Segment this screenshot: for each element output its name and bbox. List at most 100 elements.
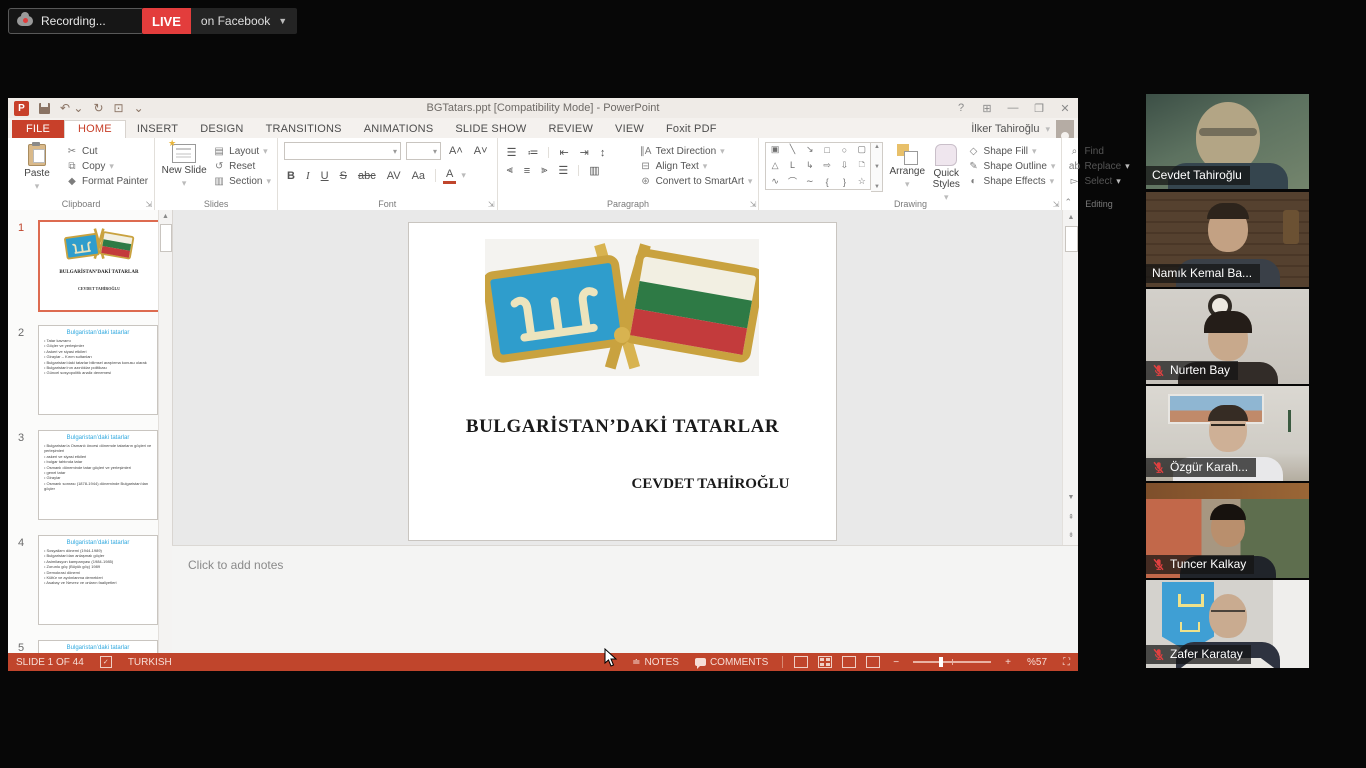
font-dialog-launcher[interactable]: ⇲	[488, 200, 495, 209]
video-tile-tuncer[interactable]: Tuncer Kalkay	[1146, 483, 1309, 578]
tab-insert[interactable]: INSERT	[126, 120, 189, 138]
restore-icon[interactable]: ❐	[1026, 98, 1052, 118]
decrease-font-icon[interactable]: A˅	[471, 144, 491, 158]
drawing-dialog-launcher[interactable]: ⇲	[1053, 200, 1060, 209]
next-slide-icon[interactable]: ⇟	[1063, 528, 1078, 542]
scribble-shape-icon[interactable]: ∿	[771, 176, 779, 187]
scrollbar-thumb[interactable]	[1065, 226, 1078, 252]
slide-sorter-view-icon[interactable]	[818, 656, 832, 668]
undo-icon[interactable]: ↶ ⌄	[60, 102, 83, 114]
account-menu[interactable]: İlker Tahiroğlu ▾	[971, 120, 1078, 138]
find-button[interactable]: ⌕Find	[1068, 145, 1129, 157]
font-name-combo[interactable]: ▾	[284, 142, 401, 160]
columns-icon[interactable]: ▥	[586, 163, 602, 178]
tab-design[interactable]: DESIGN	[189, 120, 254, 138]
star-shape-icon[interactable]: ☆	[858, 176, 866, 187]
triangle-shape-icon[interactable]: △	[772, 160, 779, 171]
change-case-button[interactable]: Aa	[409, 169, 428, 183]
character-spacing-button[interactable]: AV	[384, 169, 404, 183]
font-size-combo[interactable]: ▾	[406, 142, 441, 160]
fit-to-window-icon[interactable]: ⛶	[1055, 657, 1078, 668]
decrease-indent-icon[interactable]: ⇤	[556, 145, 571, 160]
zoom-out-icon[interactable]: −	[885, 657, 907, 668]
clipboard-dialog-launcher[interactable]: ⇲	[145, 200, 152, 209]
arrange-button[interactable]: Arrange▾	[889, 142, 925, 190]
ribbon-display-options-icon[interactable]: ⊞	[974, 98, 1000, 118]
tab-transitions[interactable]: TRANSITIONS	[255, 120, 353, 138]
callout-shape-icon[interactable]: 🗅	[858, 157, 865, 173]
block-arrow-shape-icon[interactable]: ⇨	[823, 160, 831, 171]
tab-view[interactable]: VIEW	[604, 120, 655, 138]
slide-canvas[interactable]: BULGARİSTAN’DAKİ TATARLAR CEVDET TAHİROĞ…	[408, 222, 837, 541]
recording-indicator[interactable]: Recording...	[8, 8, 144, 34]
section-button[interactable]: ▥Section▾	[213, 175, 271, 187]
thumbnail-slide-4[interactable]: Bulgaristan’daki tatarlar Sosyalizm döne…	[38, 535, 158, 625]
font-color-button[interactable]: A	[443, 167, 456, 184]
new-slide-button[interactable]: New Slide▾	[161, 142, 207, 189]
increase-font-icon[interactable]: A˄	[446, 144, 466, 158]
zoom-level[interactable]: %57	[1019, 657, 1055, 668]
tab-foxit-pdf[interactable]: Foxit PDF	[655, 120, 728, 138]
layout-button[interactable]: ▤Layout▾	[213, 145, 271, 157]
thumbnail-slide-1[interactable]: BULGARİSTAN’DAKİ TATARLAR CEVDET TAHİROĞ…	[38, 220, 160, 312]
shape-gallery[interactable]: ▣╲ ↘□ ○▢ △L ↳⇨ ⇩🗅 ∿⌒ ∼{ }☆	[765, 142, 871, 190]
video-tile-cevdet[interactable]: Cevdet Tahiroğlu	[1146, 94, 1309, 189]
bullets-icon[interactable]: ☰	[504, 145, 520, 160]
video-tile-namik[interactable]: Namık Kemal Ba...	[1146, 192, 1309, 287]
arc-shape-icon[interactable]: ⌒	[788, 175, 797, 188]
copy-button[interactable]: ⧉Copy▾	[66, 160, 148, 172]
slide-author[interactable]: CEVDET TAHİROĞLU	[497, 476, 924, 493]
align-left-icon[interactable]: ⫷	[504, 163, 516, 178]
redo-icon[interactable]: ↻	[93, 102, 103, 114]
thumbnail-scrollbar[interactable]: ▲	[158, 210, 172, 653]
zoom-slider-thumb[interactable]	[939, 657, 943, 667]
wave-shape-icon[interactable]: ∼	[806, 176, 814, 187]
video-tile-nurten[interactable]: Nurten Bay	[1146, 289, 1309, 384]
zoom-in-icon[interactable]: +	[997, 657, 1019, 668]
save-icon[interactable]	[39, 103, 50, 114]
scroll-up-icon[interactable]: ▲	[1063, 210, 1078, 224]
line-shape-icon[interactable]: ╲	[790, 144, 795, 155]
tab-animations[interactable]: ANIMATIONS	[353, 120, 445, 138]
paragraph-dialog-launcher[interactable]: ⇲	[750, 200, 757, 209]
rectangle-shape-icon[interactable]: □	[824, 145, 829, 155]
convert-smartart-button[interactable]: ⊛Convert to SmartArt▾	[640, 175, 753, 187]
brace-left-shape-icon[interactable]: {	[826, 177, 829, 187]
close-icon[interactable]: ✕	[1052, 98, 1078, 118]
comments-toggle[interactable]: COMMENTS	[687, 657, 776, 668]
language-indicator[interactable]: TURKISH	[120, 657, 180, 668]
start-presentation-icon[interactable]: ⊡	[114, 102, 124, 114]
line-spacing-icon[interactable]: ↕	[597, 146, 609, 160]
tab-review[interactable]: REVIEW	[537, 120, 604, 138]
increase-indent-icon[interactable]: ⇥	[577, 145, 592, 160]
underline-button[interactable]: U	[318, 169, 332, 183]
reading-view-icon[interactable]	[842, 656, 856, 668]
align-right-icon[interactable]: ⫸	[538, 163, 550, 178]
notes-toggle[interactable]: ≐NOTES	[624, 657, 687, 668]
numbering-icon[interactable]: ≔	[524, 145, 541, 160]
down-arrow-shape-icon[interactable]: ⇩	[841, 160, 849, 171]
shape-effects-button[interactable]: ◐Shape Effects▾	[968, 175, 1056, 187]
notes-pane[interactable]: Click to add notes	[172, 545, 1078, 653]
previous-slide-icon[interactable]: ⇞	[1063, 510, 1078, 524]
textbox-shape-icon[interactable]: ▣	[771, 144, 780, 155]
video-tile-zafer[interactable]: Zafer Karatay	[1146, 580, 1309, 668]
shape-fill-button[interactable]: ◇Shape Fill▾	[968, 145, 1056, 157]
customize-qat-icon[interactable]: ⌄	[134, 102, 144, 114]
paste-button[interactable]: Paste▾	[14, 142, 60, 192]
oval-shape-icon[interactable]: ○	[842, 145, 847, 155]
video-tile-ozgur[interactable]: Özgür Karah...	[1146, 386, 1309, 481]
zoom-slider[interactable]	[913, 661, 991, 663]
italic-button[interactable]: I	[303, 169, 313, 183]
slide-title[interactable]: BULGARİSTAN’DAKİ TATARLAR	[409, 416, 836, 438]
minimize-icon[interactable]: —	[1000, 98, 1026, 118]
scroll-up-icon[interactable]: ▲	[159, 210, 172, 223]
align-center-icon[interactable]: ≡	[521, 164, 533, 178]
editor-scrollbar[interactable]: ▲ ▼ ⇞ ⇟	[1062, 210, 1078, 545]
scrollbar-thumb[interactable]	[160, 224, 172, 252]
slideshow-view-icon[interactable]	[866, 656, 880, 668]
arrow-shape-icon[interactable]: ↘	[806, 144, 814, 155]
spellcheck-icon[interactable]: ✓	[92, 656, 120, 668]
tab-home[interactable]: HOME	[64, 120, 126, 138]
collapse-ribbon-icon[interactable]: ⌃	[1064, 197, 1072, 208]
